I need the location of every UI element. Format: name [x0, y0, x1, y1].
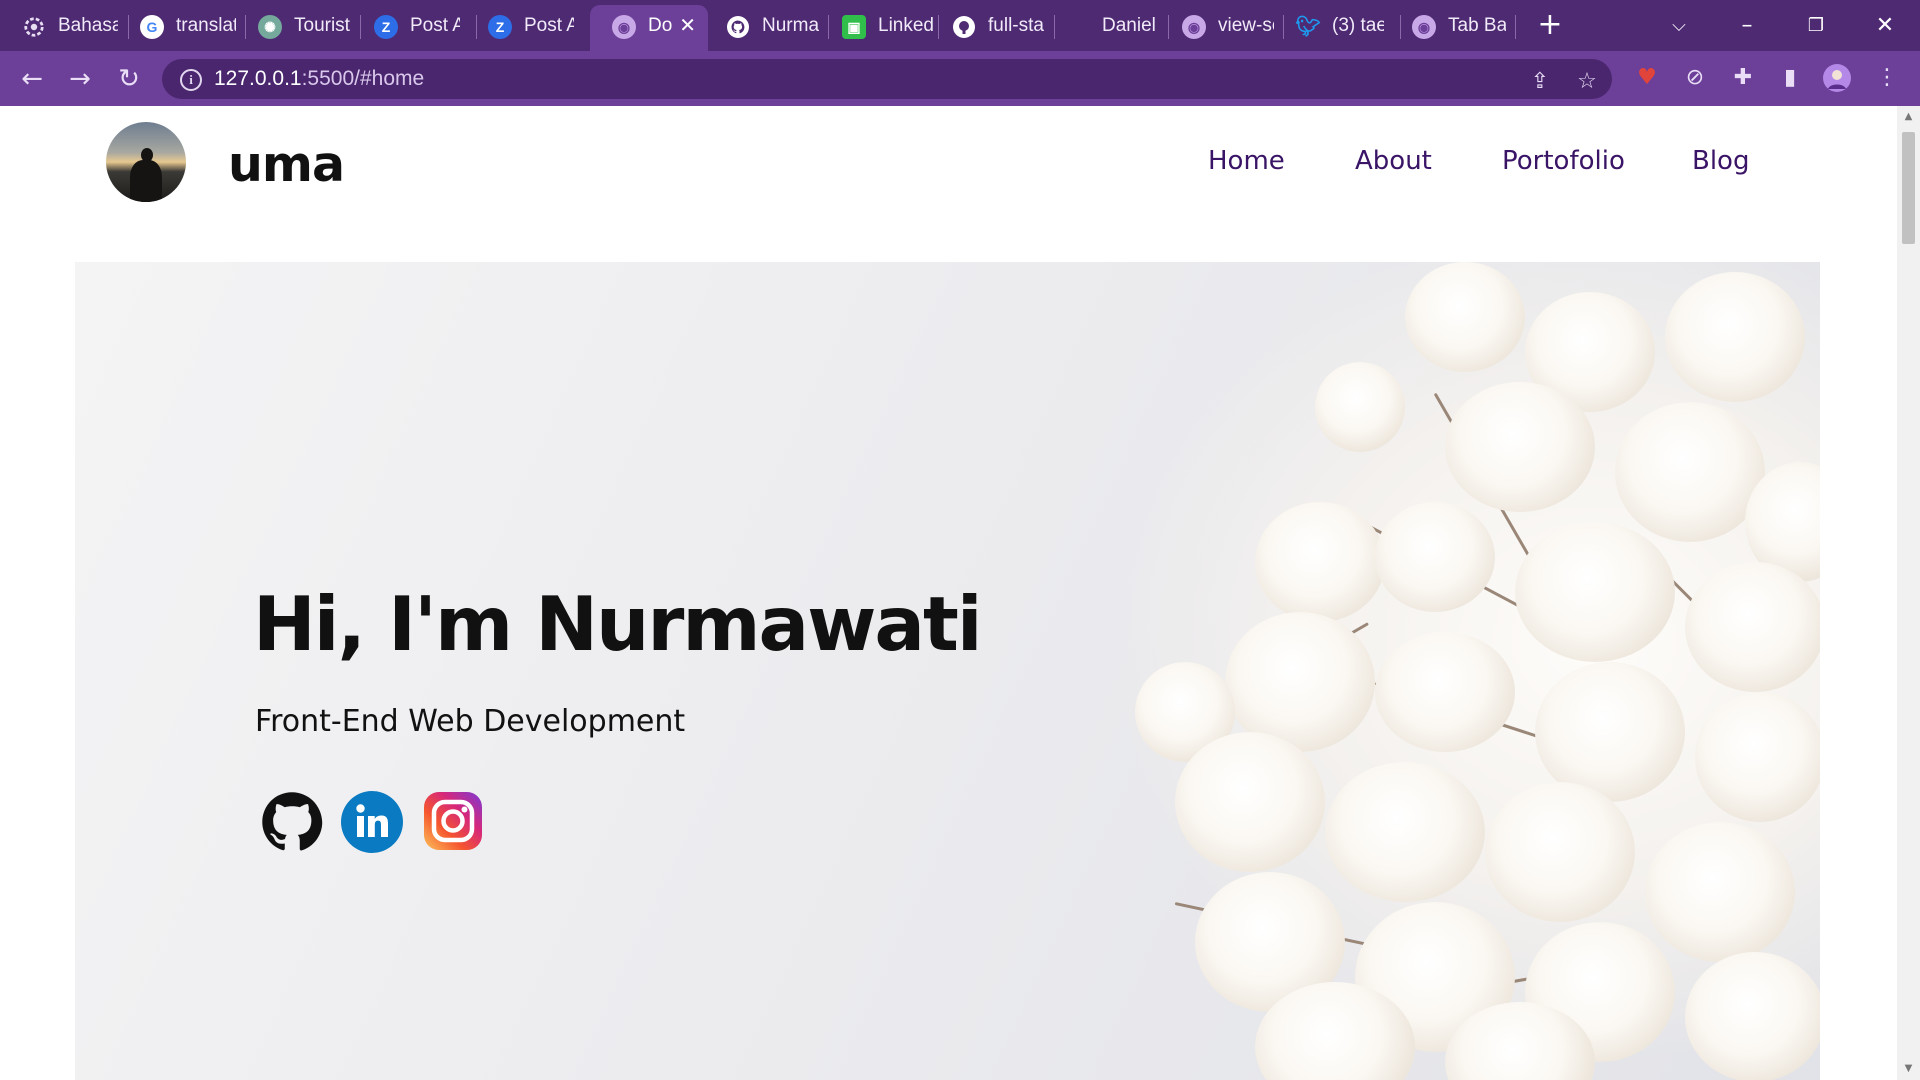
linked-icon: ▣: [842, 15, 866, 39]
github-icon: [952, 15, 976, 39]
tab-title: translat: [176, 15, 236, 36]
side-panel-icon[interactable]: ▮: [1775, 63, 1805, 93]
address-bar[interactable]: i 127.0.0.1:5500/#home ⇪ ☆: [162, 59, 1612, 99]
tab-tab-bar[interactable]: ◉ Tab Bar: [1390, 5, 1516, 51]
browser-toolbar: ← → ↻ i 127.0.0.1:5500/#home ⇪ ☆ ♥ ⊘ ✚ ▮…: [0, 51, 1920, 106]
hero-banner: Hi, I'm Nurmawati Front-End Web Developm…: [75, 262, 1820, 1080]
window-close-button[interactable]: ✕: [1862, 8, 1908, 44]
tab-title: Tab Bar: [1448, 15, 1506, 36]
tab-title: full-sta: [988, 15, 1044, 36]
github-icon[interactable]: [261, 791, 323, 853]
url-text[interactable]: 127.0.0.1:5500/#home: [214, 59, 424, 99]
profile-avatar[interactable]: [1822, 63, 1852, 93]
tab-title: Post At: [524, 15, 574, 36]
site-header: uma Home About Portofolio Blog: [0, 106, 1897, 261]
back-button[interactable]: ←: [16, 63, 48, 95]
tab-title: Linked: [878, 15, 934, 36]
tab-post-at-2[interactable]: Z Post At: [466, 5, 584, 51]
tab-title: Daniel: [1102, 15, 1156, 36]
scroll-down-arrow-icon[interactable]: ▼: [1897, 1060, 1920, 1078]
tab-full-stack-github[interactable]: full-sta: [930, 5, 1056, 51]
scrollbar-thumb[interactable]: [1902, 132, 1915, 244]
tab-title: Tourist: [294, 15, 350, 36]
google-icon: G: [140, 15, 164, 39]
tab-tourist[interactable]: ✺ Tourist: [236, 5, 364, 51]
url-host: 127.0.0.1: [214, 67, 302, 90]
tab-nurma-github[interactable]: Nurma: [704, 5, 830, 51]
browser-tab-strip: Bahasa G translat ✺ Tourist Z Post At Z …: [0, 0, 1920, 51]
vertical-scrollbar[interactable]: ▲ ▼: [1897, 106, 1920, 1080]
linkedin-icon[interactable]: [341, 791, 403, 853]
gear-icon: [22, 15, 46, 39]
tab-linked[interactable]: ▣ Linked: [820, 5, 946, 51]
close-icon[interactable]: ✕: [679, 5, 696, 47]
site-info-icon[interactable]: i: [180, 69, 202, 91]
tab-translate[interactable]: G translat: [118, 5, 246, 51]
zed-icon: Z: [374, 15, 398, 39]
bookmark-star-icon[interactable]: ☆: [1572, 67, 1602, 97]
nav-link-blog[interactable]: Blog: [1692, 146, 1749, 176]
tab-title: (3) tael: [1332, 15, 1384, 36]
restore-button[interactable]: ❐: [1793, 8, 1839, 44]
tab-title: Bahasa: [58, 15, 118, 36]
forward-button[interactable]: →: [64, 63, 96, 95]
tab-title: Post At: [410, 15, 460, 36]
avatar: [106, 122, 186, 202]
twitter-icon: 🐦︎: [1295, 16, 1321, 38]
nav-link-portofolio[interactable]: Portofolio: [1502, 146, 1625, 176]
tab-active-document[interactable]: ◉ Do ✕: [590, 5, 708, 51]
brand-logo-text[interactable]: uma: [228, 136, 345, 193]
openai-icon: ✺: [258, 15, 282, 39]
minimize-button[interactable]: –: [1724, 8, 1770, 44]
globe-icon: ◉: [1182, 15, 1206, 39]
compass-icon[interactable]: ⊘: [1680, 63, 1710, 93]
tab-daniel[interactable]: Daniel: [1044, 5, 1170, 51]
tab-separator: [1515, 15, 1516, 39]
tab-search-chevron-down-icon[interactable]: ⌵: [1656, 8, 1702, 44]
extensions-puzzle-icon[interactable]: ✚: [1728, 63, 1758, 93]
nav-link-about[interactable]: About: [1355, 146, 1432, 176]
tab-title: view-sc: [1218, 15, 1274, 36]
share-icon[interactable]: ⇪: [1525, 67, 1555, 97]
hero-subtitle: Front-End Web Development: [255, 704, 686, 739]
page-viewport: uma Home About Portofolio Blog Hi, I'm N…: [0, 106, 1897, 1080]
url-path: :5500/#home: [301, 67, 425, 90]
tab-post-at-1[interactable]: Z Post At: [352, 5, 470, 51]
extension-red-icon[interactable]: ♥: [1632, 63, 1662, 93]
globe-icon: ◉: [1412, 15, 1436, 39]
new-tab-button[interactable]: +: [1534, 10, 1566, 42]
avatar-figure-body: [130, 160, 162, 202]
tab-view-source[interactable]: ◉ view-sc: [1160, 5, 1284, 51]
browser-menu-icon[interactable]: ⋮: [1872, 63, 1902, 93]
reload-button[interactable]: ↻: [113, 63, 145, 95]
instagram-icon[interactable]: [423, 791, 485, 853]
blank-icon: [1066, 15, 1090, 39]
tab-bahasa[interactable]: Bahasa: [0, 5, 128, 51]
hero-title: Hi, I'm Nurmawati: [253, 580, 983, 668]
tab-twitter[interactable]: 🐦︎ (3) tael: [1274, 5, 1394, 51]
github-icon: [726, 15, 750, 39]
nav-link-home[interactable]: Home: [1208, 146, 1285, 176]
tab-title: Do: [648, 15, 673, 36]
globe-icon: ◉: [612, 15, 636, 39]
tab-title: Nurma: [762, 15, 820, 36]
zed-icon: Z: [488, 15, 512, 39]
scroll-up-arrow-icon[interactable]: ▲: [1897, 108, 1920, 126]
